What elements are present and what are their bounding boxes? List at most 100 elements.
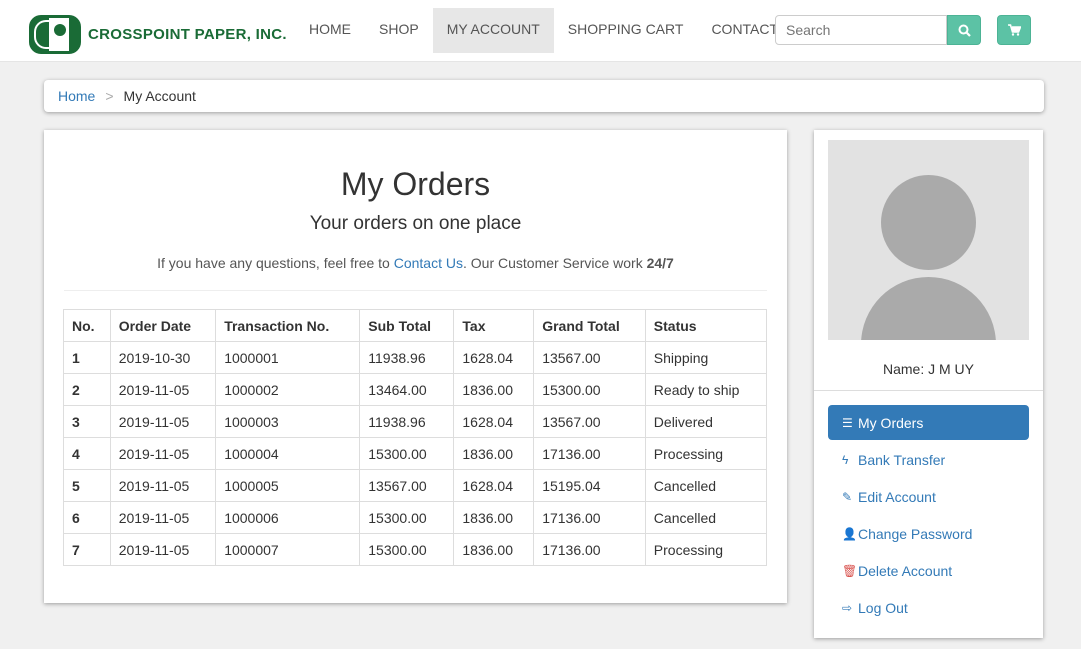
profile-name: Name: J M UY bbox=[882, 361, 974, 377]
menu-label: Change Password bbox=[858, 525, 973, 542]
column-header: Status bbox=[644, 309, 768, 342]
orders-panel: My Orders Your orders on one place If yo… bbox=[44, 130, 787, 603]
nav-my-account[interactable]: MY ACCOUNT bbox=[432, 8, 554, 53]
account-menu: ☰ My Orders ϟ Bank Transfer ✎ Edit Account 👤 Ch… bbox=[828, 405, 1029, 627]
search-icon bbox=[958, 24, 971, 37]
table-row: 7 2019-11-05 1000007 15300.00 1836.00 17136.0… bbox=[63, 533, 768, 566]
table-cell: Ready to ship bbox=[644, 373, 768, 406]
menu-change-password[interactable]: 👤 Change Password bbox=[828, 516, 1029, 551]
menu-label: Edit Account bbox=[858, 488, 936, 505]
table-cell: Shipping bbox=[644, 341, 768, 374]
menu-delete-account[interactable]: 🗑 Delete Account bbox=[828, 553, 1029, 588]
table-cell: 2019-10-30 bbox=[109, 341, 217, 374]
table-cell: 17136.00 bbox=[533, 533, 646, 566]
table-cell: 1628.04 bbox=[453, 405, 535, 438]
table-cell: 1000002 bbox=[215, 373, 361, 406]
note-hours: 24/7 bbox=[646, 255, 674, 271]
table-cell: 1836.00 bbox=[453, 437, 535, 470]
menu-label: Log Out bbox=[858, 599, 908, 616]
column-header: Sub Total bbox=[359, 309, 455, 342]
table-cell: 5 bbox=[63, 469, 111, 502]
table-cell: 15195.04 bbox=[533, 469, 646, 502]
table-cell: 13567.00 bbox=[359, 469, 455, 502]
main-menu: HOME SHOP MY ACCOUNT SHOPPING CART CONTACT U… bbox=[295, 8, 815, 53]
table-cell: 15300.00 bbox=[359, 437, 455, 470]
cart-button[interactable] bbox=[997, 15, 1031, 45]
table-cell: 13567.00 bbox=[533, 405, 646, 438]
divider bbox=[64, 290, 767, 291]
column-header: Order Date bbox=[109, 309, 217, 342]
menu-label: Delete Account bbox=[858, 562, 953, 579]
table-cell: 17136.00 bbox=[533, 437, 646, 470]
bolt-icon: ϟ bbox=[842, 452, 849, 467]
page-subtitle: Your orders on one place bbox=[309, 213, 522, 234]
table-cell: 1000006 bbox=[215, 501, 361, 534]
table-cell: 17136.00 bbox=[533, 501, 646, 534]
user-icon: 👤 bbox=[842, 526, 857, 541]
table-cell: 2019-11-05 bbox=[109, 501, 217, 534]
note-text: . Our Customer Service work bbox=[462, 255, 647, 271]
column-header: Transaction No. bbox=[215, 309, 361, 342]
profile-sidebar: Name: J M UY ☰ My Orders ϟ Bank Transfer ✎ Ed… bbox=[814, 130, 1043, 638]
table-row: 2 2019-11-05 1000002 13464.00 1836.00 15300.0… bbox=[63, 373, 768, 406]
search-input[interactable] bbox=[775, 15, 947, 45]
table-cell: 2019-11-05 bbox=[109, 373, 217, 406]
table-cell: 1628.04 bbox=[453, 469, 535, 502]
table-cell: 1000003 bbox=[215, 405, 361, 438]
table-cell: 15300.00 bbox=[359, 501, 455, 534]
search-button[interactable] bbox=[947, 15, 981, 45]
nav-shopping-cart[interactable]: SHOPPING CART bbox=[554, 8, 698, 53]
breadcrumb-current: My Account bbox=[123, 88, 196, 104]
avatar bbox=[828, 140, 1029, 340]
column-header: No. bbox=[63, 309, 111, 342]
logo-mark-icon bbox=[29, 15, 81, 54]
column-header: Grand Total bbox=[533, 309, 646, 342]
table-cell: 1836.00 bbox=[453, 373, 535, 406]
brand-logo[interactable]: CROSSPOINT PAPER, INC. bbox=[29, 15, 287, 54]
table-cell: Cancelled bbox=[644, 501, 768, 534]
pencil-icon: ✎ bbox=[842, 489, 853, 504]
trash-icon: 🗑 bbox=[842, 563, 858, 578]
table-cell: 11938.96 bbox=[359, 341, 455, 374]
table-cell: 1000005 bbox=[215, 469, 361, 502]
table-cell: 1628.04 bbox=[453, 341, 535, 374]
table-cell: 4 bbox=[63, 437, 111, 470]
divider bbox=[814, 390, 1043, 391]
table-cell: 1000004 bbox=[215, 437, 361, 470]
nav-home[interactable]: HOME bbox=[295, 8, 365, 53]
menu-label: Bank Transfer bbox=[858, 451, 946, 468]
table-cell: 13567.00 bbox=[533, 341, 646, 374]
breadcrumb: Home > My Account bbox=[44, 80, 1044, 112]
table-cell: Processing bbox=[644, 533, 768, 566]
table-cell: 2019-11-05 bbox=[109, 405, 217, 438]
logout-icon: ⇨ bbox=[842, 600, 853, 615]
table-cell: 1836.00 bbox=[453, 501, 535, 534]
contact-us-link[interactable]: Contact Us bbox=[394, 255, 463, 271]
table-row: 3 2019-11-05 1000003 11938.96 1628.04 13567.0… bbox=[63, 405, 768, 438]
search-form bbox=[775, 15, 981, 45]
table-row: 5 2019-11-05 1000005 13567.00 1628.04 15195.0… bbox=[63, 469, 768, 502]
menu-my-orders[interactable]: ☰ My Orders bbox=[828, 405, 1029, 440]
table-cell: 3 bbox=[63, 405, 111, 438]
menu-log-out[interactable]: ⇨ Log Out bbox=[828, 590, 1029, 625]
table-cell: 2019-11-05 bbox=[109, 469, 217, 502]
table-cell: 15300.00 bbox=[533, 373, 646, 406]
table-cell: 1000007 bbox=[215, 533, 361, 566]
table-row: 1 2019-10-30 1000001 11938.96 1628.04 13567.0… bbox=[63, 341, 768, 374]
menu-label: My Orders bbox=[858, 414, 924, 431]
table-row: 6 2019-11-05 1000006 15300.00 1836.00 17136.0… bbox=[63, 501, 768, 534]
table-cell: 2019-11-05 bbox=[109, 533, 217, 566]
table-cell: 7 bbox=[63, 533, 111, 566]
brand-name: CROSSPOINT PAPER, INC. bbox=[88, 26, 287, 43]
help-note: If you have any questions, feel free to … bbox=[44, 255, 787, 271]
table-cell: Processing bbox=[644, 437, 768, 470]
breadcrumb-separator: > bbox=[105, 88, 114, 104]
table-cell: 15300.00 bbox=[359, 533, 455, 566]
table-cell: 1836.00 bbox=[453, 533, 535, 566]
menu-edit-account[interactable]: ✎ Edit Account bbox=[828, 479, 1029, 514]
column-header: Tax bbox=[453, 309, 535, 342]
menu-bank-transfer[interactable]: ϟ Bank Transfer bbox=[828, 442, 1029, 477]
nav-shop[interactable]: SHOP bbox=[365, 8, 433, 53]
breadcrumb-home[interactable]: Home bbox=[58, 88, 95, 104]
note-text: If you have any questions, feel free to bbox=[157, 255, 394, 271]
